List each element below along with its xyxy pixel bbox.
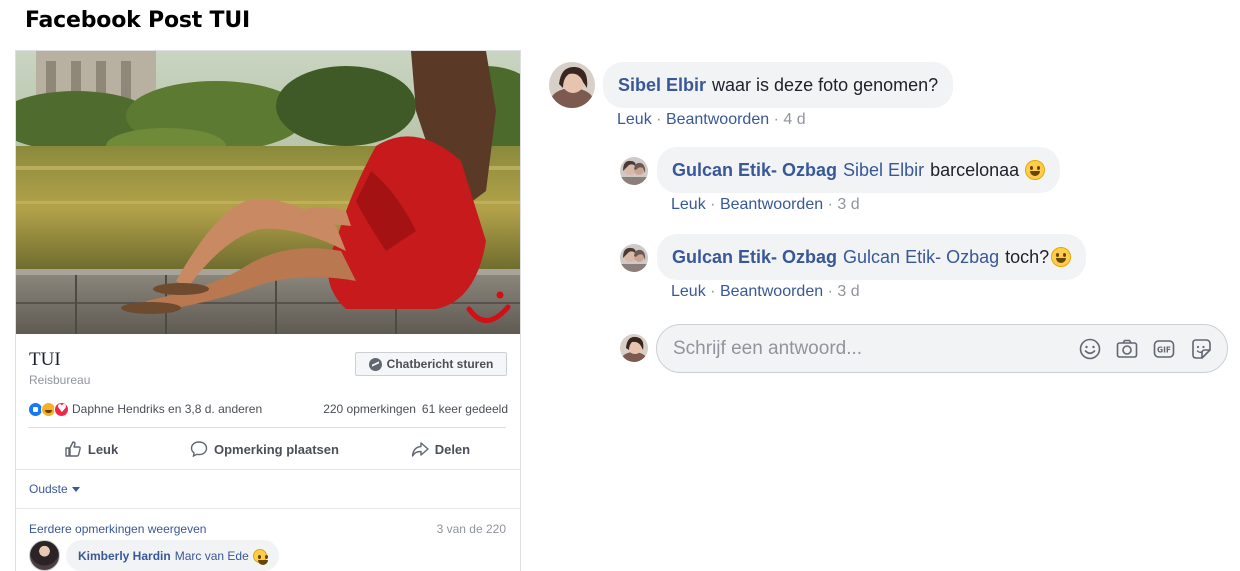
messenger-icon (368, 357, 382, 371)
laughing-emoji-icon (252, 548, 268, 565)
page-name[interactable]: TUI (29, 349, 61, 371)
grinning-emoji-icon (1051, 247, 1072, 267)
reply-bubble: Gulcan Etik- Ozbag Sibel Elbir barcelona… (657, 147, 1061, 193)
share-arrow-icon (411, 442, 429, 457)
divider (28, 427, 506, 428)
post-photo[interactable] (16, 51, 520, 334)
comment-timestamp[interactable]: 4 d (783, 111, 805, 128)
shares-count[interactable]: 61 keer gedeeld (422, 402, 508, 416)
reply-author[interactable]: Gulcan Etik- Ozbag (672, 247, 837, 268)
avatar[interactable] (620, 244, 648, 272)
post-card: TUI Reisbureau Chatbericht sturen Daphne… (15, 50, 521, 571)
comment-label: Opmerking plaatsen (213, 441, 339, 457)
grinning-emoji-icon (1025, 160, 1046, 180)
divider (16, 508, 520, 509)
avatar[interactable] (620, 157, 648, 185)
reply-input-tools: GIF (1078, 337, 1213, 361)
comment-bubble: Kimberly Hardin Marc van Ede (66, 540, 279, 571)
like-button[interactable]: Leuk (64, 440, 118, 458)
like-comment-link[interactable]: Leuk (671, 196, 706, 213)
comment-preview: Kimberly Hardin Marc van Ede (29, 540, 279, 571)
reply-text: toch? (1005, 246, 1050, 267)
comment-tag[interactable]: Marc van Ede (175, 549, 249, 563)
svg-text:GIF: GIF (1157, 346, 1171, 355)
show-more-comments-link[interactable]: Eerdere opmerkingen weergeven (29, 522, 206, 536)
caret-down-icon (71, 487, 80, 493)
gif-icon[interactable]: GIF (1152, 337, 1176, 361)
comment-author[interactable]: Kimberly Hardin (78, 549, 171, 563)
divider (16, 469, 520, 470)
reply-input-placeholder: Schrijf een antwoord... (673, 338, 863, 359)
share-button[interactable]: Delen (411, 440, 470, 458)
reply-author[interactable]: Gulcan Etik- Ozbag (672, 160, 837, 181)
reply-text: barcelonaa (930, 159, 1020, 180)
page-category: Reisbureau (29, 373, 91, 387)
send-message-button[interactable]: Chatbericht sturen (355, 352, 507, 376)
page-title: Facebook Post TUI (25, 8, 250, 33)
comment-bubble: Sibel Elbir waar is deze foto genomen? (603, 62, 954, 108)
reaction-icons[interactable] (28, 401, 69, 417)
camera-icon[interactable] (1115, 337, 1139, 361)
like-comment-link[interactable]: Leuk (617, 111, 652, 128)
share-label: Delen (434, 441, 471, 457)
send-message-label: Chatbericht sturen (386, 357, 494, 371)
reply-link[interactable]: Beantwoorden (720, 196, 823, 213)
comment-timestamp[interactable]: 3 d (837, 196, 859, 213)
sticker-icon[interactable] (1189, 337, 1213, 361)
reply-meta: Leuk · Beantwoorden · 3 d (671, 196, 860, 213)
comments-count[interactable]: 220 opmerkingen (323, 402, 416, 416)
reactions-summary: Daphne Hendriks en 3,8 d. anderen 220 op… (28, 400, 508, 418)
reply-bubble: Gulcan Etik- Ozbag Gulcan Etik- Ozbag to… (657, 234, 1087, 280)
comment-timestamp[interactable]: 3 d (837, 283, 859, 300)
like-label: Leuk (87, 441, 119, 457)
reply-link[interactable]: Beantwoorden (720, 283, 823, 300)
comment-meta: Leuk · Beantwoorden · 4 d (617, 111, 806, 128)
post-actions: Leuk Opmerking plaatsen Delen (28, 432, 506, 466)
comment-sort-dropdown[interactable]: Oudste (29, 482, 80, 496)
comment-author[interactable]: Sibel Elbir (618, 75, 706, 96)
comment-button[interactable]: Opmerking plaatsen (190, 440, 339, 458)
comment-text: waar is deze foto genomen? (712, 74, 939, 95)
reply-meta: Leuk · Beantwoorden · 3 d (671, 283, 860, 300)
avatar[interactable] (29, 540, 60, 571)
comment-bubble-icon (190, 441, 208, 458)
reply-tag[interactable]: Gulcan Etik- Ozbag (843, 247, 999, 268)
sort-label: Oudste (29, 482, 68, 496)
love-reaction-icon (54, 401, 69, 417)
reply-tag[interactable]: Sibel Elbir (843, 160, 924, 181)
reply-input[interactable]: Schrijf een antwoord... GIF (656, 324, 1228, 373)
comment-counter: 3 van de 220 (436, 522, 506, 536)
avatar[interactable] (620, 334, 648, 362)
avatar[interactable] (549, 62, 595, 108)
thumbs-up-icon (65, 441, 81, 457)
reactions-text[interactable]: Daphne Hendriks en 3,8 d. anderen (72, 402, 323, 416)
like-comment-link[interactable]: Leuk (671, 283, 706, 300)
reply-link[interactable]: Beantwoorden (666, 111, 769, 128)
emoji-picker-icon[interactable] (1078, 337, 1102, 361)
